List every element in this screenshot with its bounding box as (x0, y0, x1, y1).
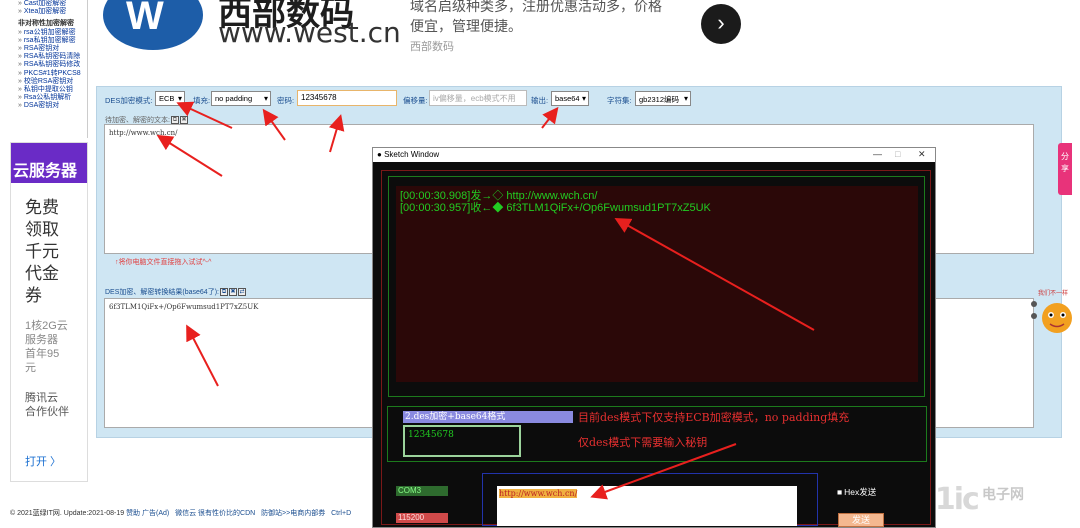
left-ad-banner[interactable]: 云服务器 免费 领取 千元 代金券 1核2G云 服务器 首年95 元 腾讯云 合作伙伴 打开 … (10, 142, 88, 482)
config-frame: 2.des加密+base64格式 12345678 目前des模式下仅支持ECB… (387, 406, 927, 462)
footer-link[interactable]: 广告(Ad) (142, 510, 169, 517)
charset-select[interactable]: gb2312编码 (635, 91, 691, 106)
swap-icon[interactable]: ⇄ (237, 288, 246, 297)
send-frame: http://www.wch.cn/ (482, 473, 818, 526)
log-line: [00:00:30.957]收←◆ 6f3TLM1QiFx+/Op6Fwumsu… (400, 202, 711, 214)
nav-item[interactable]: Cast加密解密 (18, 0, 87, 8)
copy-icon[interactable]: ⧉ (219, 288, 228, 297)
window-title: Sketch Window (384, 150, 440, 159)
key-label: 密码: (277, 96, 295, 105)
serial-log: [00:00:30.908]发→◇ http://www.wch.cn/ [00… (396, 186, 918, 382)
footer-link[interactable]: 防御站>>电商内部券 (261, 510, 325, 517)
close-icon[interactable]: ✕ (918, 149, 926, 160)
sketch-titlebar[interactable]: ● Sketch Window — □ ✕ (373, 148, 935, 162)
ad-open-link[interactable]: 打开 〉 (11, 419, 87, 469)
ad-subtext: 1核2G云 服务器 首年95 元 (25, 320, 68, 374)
minimize-icon[interactable]: — (873, 149, 882, 159)
copy-icon[interactable]: ⧉ (170, 116, 179, 125)
send-textarea[interactable]: http://www.wch.cn/ (497, 486, 797, 526)
sketch-window: ● Sketch Window — □ ✕ [00:00:30.908]发→◇ … (372, 147, 936, 528)
copyright: © 2021蓝绿IT网. Update:2021-08-19 (10, 510, 125, 517)
app-icon: ● (377, 150, 382, 159)
nav-item[interactable]: Xtea加密解密 (18, 8, 87, 16)
nav-item[interactable]: 校验RSA密钥对 (18, 78, 87, 86)
com-port-select[interactable]: COM3 (396, 486, 448, 496)
iv-label: 偏移量: (403, 96, 428, 105)
drag-hint: ↑将你电脑文件直接拖入试试^-^ (115, 259, 212, 266)
ad-brand-url: www.west.cn (218, 16, 401, 49)
log-line: [00:00:30.908]发→◇ http://www.wch.cn/ (400, 190, 598, 202)
output-label: 输出: (531, 96, 549, 105)
clear-icon[interactable]: ✖ (228, 288, 237, 297)
ad-title: 云服务器 (11, 143, 87, 183)
mode-label: DES加密模式: (105, 96, 153, 105)
send-button[interactable]: 发送 (838, 513, 884, 527)
left-nav: Cast加密解密 Xtea加密解密 非对称性加密解密 rsa公钥加密解密 rsa… (10, 0, 88, 138)
footer-link[interactable]: 赞助 (126, 510, 140, 517)
watermark-text: 电子网 (982, 486, 1024, 502)
ad-source: 西部数码 (410, 41, 454, 53)
nav-item[interactable]: RSA私钥密码修改 (18, 61, 87, 69)
footer: © 2021蓝绿IT网. Update:2021-08-19 赞助 广告(Ad)… (10, 508, 351, 518)
note-line: 仅des模式下需要输入秘钥 (578, 436, 708, 449)
maximize-icon[interactable]: □ (895, 149, 900, 159)
output-label-text: DES加密、解密转换结果(base64了): ⧉ ✖ ⇄ (105, 288, 246, 297)
footer-link[interactable]: 微信云 (175, 510, 196, 517)
logo-letter: W (126, 0, 164, 38)
log-frame: [00:00:30.908]发→◇ http://www.wch.cn/ [00… (388, 176, 925, 397)
ad-description: 域名启级种类多，注册优惠活动多，价格便宜，管理便捷。 (410, 0, 662, 34)
nav-item[interactable]: DSA密钥对 (18, 102, 87, 110)
sketch-key-input[interactable]: 12345678 (403, 425, 521, 457)
sketch-canvas: [00:00:30.908]发→◇ http://www.wch.cn/ [00… (381, 170, 931, 527)
output-select[interactable]: base64 (551, 91, 589, 106)
ad-arrow-button[interactable]: › (701, 4, 741, 44)
padding-select[interactable]: no padding (211, 91, 271, 106)
clear-icon[interactable]: ✖ (179, 116, 188, 125)
nav-item[interactable]: 私钥中提取公钥 (18, 86, 87, 94)
nav-item[interactable]: RSA密钥对 (18, 45, 87, 53)
footer-link[interactable]: 很有性价比的CDN (198, 510, 255, 517)
charset-label: 字符集: (607, 96, 632, 105)
mode-dropdown[interactable]: 2.des加密+base64格式 (403, 411, 573, 423)
padding-label: 填充: (193, 96, 211, 105)
iv-input[interactable]: iv偏移量，ecb模式不用 (429, 90, 527, 106)
nav-item[interactable]: PKCS#1转PKCS8 (18, 70, 87, 78)
share-tab[interactable]: 分享 (1058, 143, 1072, 195)
note-line: 目前des模式下仅支持ECB加密模式，no padding填充 (578, 411, 850, 424)
footer-link[interactable]: Ctrl+D (331, 510, 351, 517)
hex-send-checkbox[interactable]: Hex发送 (837, 486, 876, 498)
ad-headline: 免费 领取 千元 代金券 (25, 198, 59, 305)
ad-brand: 腾讯云 合作伙伴 (25, 392, 69, 418)
baud-select[interactable]: 115200 (396, 513, 448, 523)
tiger-mascot-icon[interactable] (1030, 288, 1078, 338)
nav-item[interactable]: rsa私钥加密解密 (18, 37, 87, 45)
top-ad-banner[interactable]: W 西部数码 www.west.cn 域名启级种类多，注册优惠活动多，价格便宜，… (100, 0, 770, 86)
key-input[interactable]: 12345678 (297, 90, 397, 106)
nav-section-title: 非对称性加密解密 (18, 20, 74, 28)
nav-item[interactable]: rsa公钥加密解密 (18, 29, 87, 37)
mode-select[interactable]: ECB (155, 91, 185, 106)
